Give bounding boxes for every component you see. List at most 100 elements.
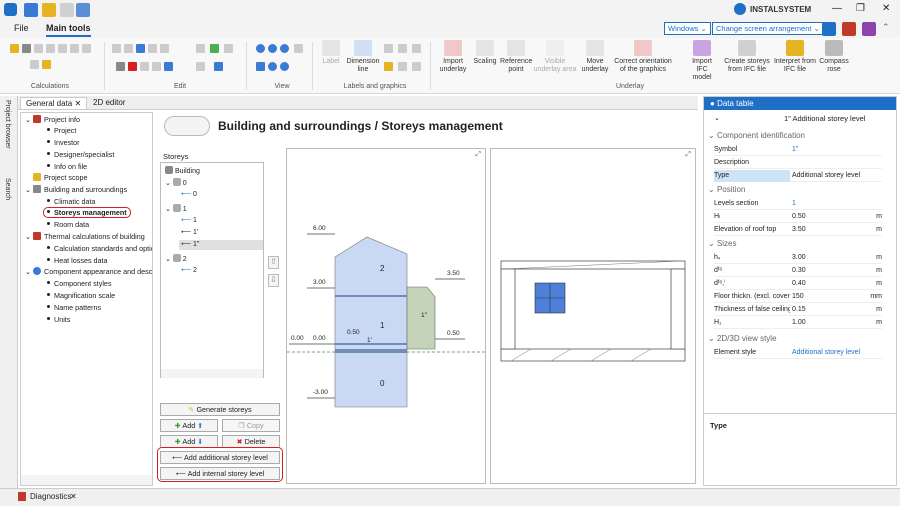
edit-icon-11[interactable] bbox=[164, 62, 173, 71]
storey-1[interactable]: ⌄ 1 bbox=[165, 204, 187, 215]
edit-icon-2[interactable] bbox=[124, 44, 133, 53]
row-symbol[interactable]: Symbol 1" bbox=[714, 144, 882, 156]
level-1[interactable]: ⟵ 1 bbox=[181, 216, 197, 226]
calc-icon-6[interactable] bbox=[70, 44, 79, 53]
add-internal-storey-level-button[interactable]: ⟵ Add internal storey level bbox=[160, 467, 280, 480]
tree-magnification[interactable]: Magnification scale bbox=[47, 291, 115, 301]
project-browser-tab[interactable]: Project browser bbox=[4, 100, 11, 149]
tree-heat-losses[interactable]: Heat losses data bbox=[47, 256, 108, 266]
edit-icon-1[interactable] bbox=[112, 44, 121, 53]
row-levels[interactable]: Levels section 1 bbox=[714, 198, 882, 210]
edit-icon-3[interactable] bbox=[136, 44, 145, 53]
zoom-all-icon[interactable] bbox=[280, 62, 289, 71]
edit-icon-5[interactable] bbox=[160, 44, 169, 53]
calc-icon-5[interactable] bbox=[58, 44, 67, 53]
tree-project-scope[interactable]: Project scope bbox=[33, 173, 88, 183]
tree-thermal[interactable]: ⌄ Thermal calculations of building bbox=[25, 232, 145, 242]
tab-general-data[interactable]: General data ✕ bbox=[20, 97, 88, 109]
reference-point-button[interactable]: Reference point bbox=[500, 40, 532, 74]
row-dfoi[interactable]: dᶠᵒ,ⁱ 0.40 m bbox=[714, 278, 882, 290]
tree-name-patterns[interactable]: Name patterns bbox=[47, 303, 101, 313]
tree-component-styles[interactable]: Component styles bbox=[47, 279, 112, 289]
calc-icon-4[interactable] bbox=[46, 44, 55, 53]
calc-icon-7[interactable] bbox=[82, 44, 91, 53]
generate-storeys-button[interactable]: ✎ Generate storeys bbox=[160, 403, 280, 416]
calc-icon-1[interactable] bbox=[10, 44, 19, 53]
interpret-button[interactable]: Interpret from IFC file bbox=[772, 40, 818, 74]
search-tab[interactable]: Search bbox=[4, 178, 11, 200]
edit-icon-6[interactable] bbox=[196, 44, 205, 53]
section-position[interactable]: ⌄ Position bbox=[708, 185, 745, 194]
zoom-window-icon[interactable] bbox=[256, 62, 265, 71]
tab-2d-editor[interactable]: 2D editor bbox=[88, 97, 130, 109]
row-element-style[interactable]: Element style Additional storey level bbox=[714, 347, 882, 359]
diagnostics-tab[interactable]: Diagnostics bbox=[30, 492, 71, 501]
tree-component[interactable]: ⌄ Component appearance and description bbox=[25, 267, 152, 277]
row-hs[interactable]: hₛ 3.00 m bbox=[714, 252, 882, 264]
back-button[interactable] bbox=[164, 116, 210, 136]
delete-icon[interactable] bbox=[128, 62, 137, 71]
scaling-button[interactable]: Scaling bbox=[470, 40, 500, 66]
row-false-ceiling[interactable]: Thickness of false ceiling 0.15 m bbox=[714, 304, 882, 316]
restore-button[interactable]: ❐ bbox=[856, 3, 865, 14]
tree-project[interactable]: Project bbox=[47, 126, 76, 136]
label-button[interactable]: Label bbox=[318, 40, 344, 66]
zoom-out-icon[interactable] bbox=[268, 44, 277, 53]
move-underlay-button[interactable]: Move underlay bbox=[578, 40, 612, 74]
level-0[interactable]: ⟵ 0 bbox=[181, 190, 197, 200]
edit-icon-4[interactable] bbox=[148, 44, 157, 53]
dimension-line-button[interactable]: Dimension line bbox=[346, 40, 380, 74]
tree-building[interactable]: ⌄ Building and surroundings bbox=[25, 185, 127, 195]
visible-underlay-area-button[interactable]: Visible underlay area bbox=[532, 40, 578, 74]
move-down-button[interactable]: ⇩ bbox=[268, 274, 279, 287]
storey-2[interactable]: ⌄ 2 bbox=[165, 254, 187, 265]
view-icon[interactable] bbox=[294, 44, 303, 53]
row-h1[interactable]: H₁ 1.00 m bbox=[714, 317, 882, 329]
tree-investor[interactable]: Investor bbox=[47, 138, 80, 148]
edit-icon-8[interactable] bbox=[224, 44, 233, 53]
import-underlay-button[interactable]: Import underlay bbox=[436, 40, 470, 74]
picture-icon[interactable] bbox=[412, 62, 421, 71]
calc-icon-8[interactable] bbox=[30, 60, 39, 69]
tree-units[interactable]: Units bbox=[47, 315, 70, 325]
edit-icon-10[interactable] bbox=[152, 62, 161, 71]
text-icon[interactable] bbox=[398, 44, 407, 53]
section-component[interactable]: ⌄ Component identification bbox=[708, 131, 805, 140]
menu-file[interactable]: File bbox=[14, 23, 29, 33]
row-type[interactable]: Type Additional storey level bbox=[714, 170, 882, 182]
storeys-scrollbar[interactable] bbox=[161, 369, 263, 378]
list-icon[interactable] bbox=[412, 44, 421, 53]
save-icon[interactable] bbox=[24, 3, 38, 17]
storey-0[interactable]: ⌄ 0 bbox=[165, 178, 187, 189]
abc-icon[interactable] bbox=[384, 44, 393, 53]
tree-calc-standards[interactable]: Calculation standards and options bbox=[47, 244, 152, 254]
import-ifc-button[interactable]: Import IFC model bbox=[686, 40, 718, 82]
section-sizes[interactable]: ⌄ Sizes bbox=[708, 239, 737, 248]
edit-icon-9[interactable] bbox=[140, 62, 149, 71]
table-icon[interactable] bbox=[398, 62, 407, 71]
move-up-button[interactable]: ⇧ bbox=[268, 256, 279, 269]
edit-icon-12[interactable] bbox=[196, 62, 205, 71]
tree-info-on-file[interactable]: Info on file bbox=[47, 162, 87, 172]
calc-icon-3[interactable] bbox=[34, 44, 43, 53]
close-button[interactable]: ✕ bbox=[882, 3, 890, 14]
storey-building[interactable]: Building bbox=[165, 166, 200, 177]
section-view-style[interactable]: ⌄ 2D/3D view style bbox=[708, 334, 777, 343]
row-hl[interactable]: Hₗ 0.50 m bbox=[714, 211, 882, 223]
calc-icon-9[interactable] bbox=[42, 60, 51, 69]
tree-designer[interactable]: Designer/specialist bbox=[47, 150, 114, 160]
copy-button[interactable]: ❐ Copy bbox=[222, 419, 280, 432]
edit-icon-13[interactable] bbox=[214, 62, 223, 71]
tool-icon[interactable] bbox=[842, 22, 856, 36]
tree-climatic[interactable]: Climatic data bbox=[47, 197, 96, 207]
row-roof[interactable]: Elevation of roof top 3.50 m bbox=[714, 224, 882, 236]
data-table-expand[interactable]: ⌄ bbox=[714, 114, 720, 122]
add-additional-storey-level-button[interactable]: ⟵ Add additional storey level bbox=[160, 451, 280, 464]
correct-orientation-button[interactable]: Correct orientation of the graphics bbox=[612, 40, 674, 74]
open-icon[interactable] bbox=[42, 3, 56, 17]
zoom-in-icon[interactable] bbox=[256, 44, 265, 53]
minimize-button[interactable]: — bbox=[832, 3, 842, 14]
add-up-button[interactable]: ✚ Add ⬆ bbox=[160, 419, 218, 432]
screen-arrangement-dropdown[interactable]: Change screen arrangement ⌄ bbox=[712, 22, 824, 35]
close-diagnostics-icon[interactable]: ✕ bbox=[70, 492, 77, 501]
